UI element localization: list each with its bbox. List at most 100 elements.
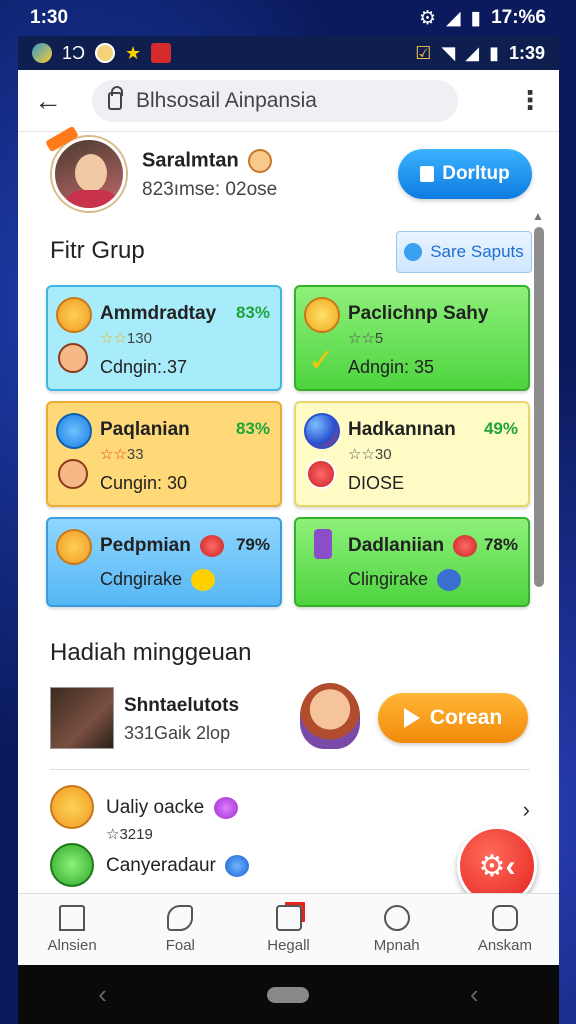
- group-title: Fitr Grup: [50, 237, 145, 264]
- pencil-icon: [404, 243, 423, 261]
- nav-item-stack[interactable]: Anskam: [451, 894, 559, 965]
- nav-item-home[interactable]: Alnsien: [18, 894, 126, 965]
- star-icons: ☆☆: [348, 330, 375, 347]
- nav-item-music[interactable]: Foal: [126, 894, 234, 965]
- music-icon: [167, 905, 194, 931]
- card-title: Pedpmian: [100, 535, 225, 557]
- scrollbar-thumb[interactable]: [534, 227, 544, 587]
- card-subtitle: Cdngirake: [100, 569, 183, 589]
- list-item-title: Ualiy oacke: [106, 797, 205, 819]
- card-stars-num: 33: [126, 446, 144, 463]
- card-title: Dadlaniian: [348, 535, 478, 557]
- kid-avatar-icon: [58, 343, 88, 373]
- star-icons: ☆☆: [348, 446, 375, 463]
- card-subtitle-row: Clingirake: [348, 569, 462, 592]
- scrollbar[interactable]: ▲: [532, 209, 544, 949]
- system-status-bar: 1:30 ⚙ ◢ ▮ 17:%6: [0, 0, 576, 36]
- profile-icon: [383, 905, 410, 931]
- emoji-face-icon: [437, 569, 462, 592]
- dortup-button-label: Dorltup: [442, 163, 510, 184]
- page-content: Saralmtan 823ımse: 02ose Dorltup Fitr Gr…: [30, 125, 544, 893]
- boy-emoji-icon: [248, 149, 273, 173]
- weekly-rewards-title: Hadiah minggeuan: [50, 639, 252, 666]
- weekly-reward-row: Shntaelutots 331Gaik 2lop Corean: [50, 683, 528, 757]
- status-left-text: 1Ɔ: [62, 42, 86, 63]
- gear-coin-icon: [56, 529, 92, 565]
- close-badge-icon: [306, 459, 336, 489]
- nav-item-profile[interactable]: Mpnah: [343, 894, 451, 965]
- settings-gear-icon: ⚙: [418, 7, 436, 29]
- url-bar[interactable]: Blhsosail Ainpansia: [92, 79, 458, 122]
- group-card-1[interactable]: Ammdradtay 83% ☆☆130 Cdngin:.37: [46, 285, 282, 391]
- recent-nav-icon[interactable]: ‹: [470, 979, 479, 1010]
- browser-window: ← Blhsosail Ainpansia ⋮ Saralmtan 823ıms…: [18, 70, 559, 965]
- star-icons: ☆☆: [100, 446, 127, 463]
- chevron-right-icon[interactable]: ›: [523, 797, 530, 823]
- blue-bubble-icon: [225, 855, 250, 877]
- avatar-face: [75, 154, 107, 192]
- list-item-subtitle: ☆3219: [106, 826, 153, 843]
- card-stars: ☆☆30: [348, 445, 392, 463]
- share-button-label: Sare Saputs: [430, 242, 524, 261]
- emoji-face-icon: [191, 569, 216, 592]
- list-item-title-row: Ualiy oacke: [106, 797, 238, 819]
- card-title-text: Pedpmian: [100, 535, 191, 557]
- card-stars-num: 130: [126, 330, 152, 347]
- card-subtitle: Clingirake: [348, 569, 429, 589]
- card-stars: ☆☆5: [348, 329, 383, 347]
- kid-avatar-icon: [58, 459, 88, 489]
- nav-item-edit[interactable]: Hegall: [234, 894, 342, 965]
- nav-label: Alnsien: [47, 937, 97, 954]
- nav-label: Anskam: [477, 937, 532, 954]
- card-subtitle: Adngin: 35: [348, 357, 435, 377]
- app-badge-icon: [151, 43, 172, 63]
- cell-signal-icon: ◢: [465, 42, 480, 63]
- card-percent: 79%: [235, 535, 270, 554]
- scroll-up-icon[interactable]: ▲: [532, 209, 544, 223]
- reward-thumbnail[interactable]: [50, 687, 114, 749]
- status-time: 1:30: [30, 7, 69, 28]
- purple-bubble-icon: [213, 797, 238, 819]
- card-stars: ☆☆130: [100, 329, 152, 347]
- checkmark-icon: ✓: [308, 342, 335, 378]
- trash-badge-icon: [56, 413, 92, 449]
- group-card-5[interactable]: Pedpmian 79% Cdngirake: [46, 517, 282, 607]
- edit-icon: [275, 905, 302, 931]
- list-item-title-row: Canyeradaur: [106, 855, 250, 877]
- system-navigation-bar: ‹ ‹: [18, 965, 559, 1024]
- group-card-3[interactable]: Paqlanian 83% ☆☆33 Cungin: 30: [46, 401, 282, 507]
- share-results-button[interactable]: Sare Saputs: [396, 231, 532, 273]
- bottom-navigation: Alnsien Foal Hegall Mpnah Anskam: [18, 893, 559, 965]
- gear-coin-icon: [56, 297, 92, 333]
- profile-header: Saralmtan 823ımse: 02ose Dorltup: [45, 125, 532, 217]
- group-card-4[interactable]: Hadkanınan 49% ☆☆30 DIOSE: [294, 401, 530, 507]
- group-card-6[interactable]: Dadlaniian 78% Clingirake: [294, 517, 530, 607]
- dortup-button[interactable]: Dorltup: [398, 149, 532, 199]
- back-arrow-icon[interactable]: ←: [34, 85, 74, 117]
- back-nav-icon[interactable]: ‹: [98, 979, 107, 1010]
- avatar[interactable]: [52, 137, 126, 211]
- reward-title: Shntaelutots: [124, 695, 240, 716]
- cartoon-girl-icon: [300, 683, 360, 749]
- card-stars-num: 30: [374, 446, 392, 463]
- card-title: Hadkanınan: [348, 419, 456, 440]
- home-pill-icon[interactable]: [267, 986, 310, 1003]
- signal-icon: ◢: [445, 7, 461, 29]
- list-item-title: Canyeradaur: [106, 855, 216, 877]
- play-button-label: Corean: [429, 706, 503, 729]
- card-title: Ammdradtay: [100, 303, 217, 324]
- card-subtitle: Cungin: 30: [100, 473, 188, 493]
- status-right-time-2: 1:39: [508, 42, 545, 63]
- potion-bottle-icon: [314, 529, 332, 559]
- play-corean-button[interactable]: Corean: [378, 693, 528, 743]
- wifi-icon: ◥: [441, 42, 456, 63]
- group-card-2[interactable]: Paclichnp Sahy ☆☆5 ✓ Adngin: 35: [294, 285, 530, 391]
- red-badge-icon: [200, 535, 225, 557]
- gear-coin-icon: [50, 785, 94, 829]
- more-menu-icon[interactable]: ⋮: [517, 85, 543, 116]
- card-title-text: Dadlaniian: [348, 535, 445, 557]
- card-percent: 83%: [235, 419, 270, 438]
- trash-icon: [420, 166, 435, 182]
- list-item[interactable]: Ualiy oacke ☆3219 ›: [50, 785, 530, 843]
- divider: [50, 769, 530, 770]
